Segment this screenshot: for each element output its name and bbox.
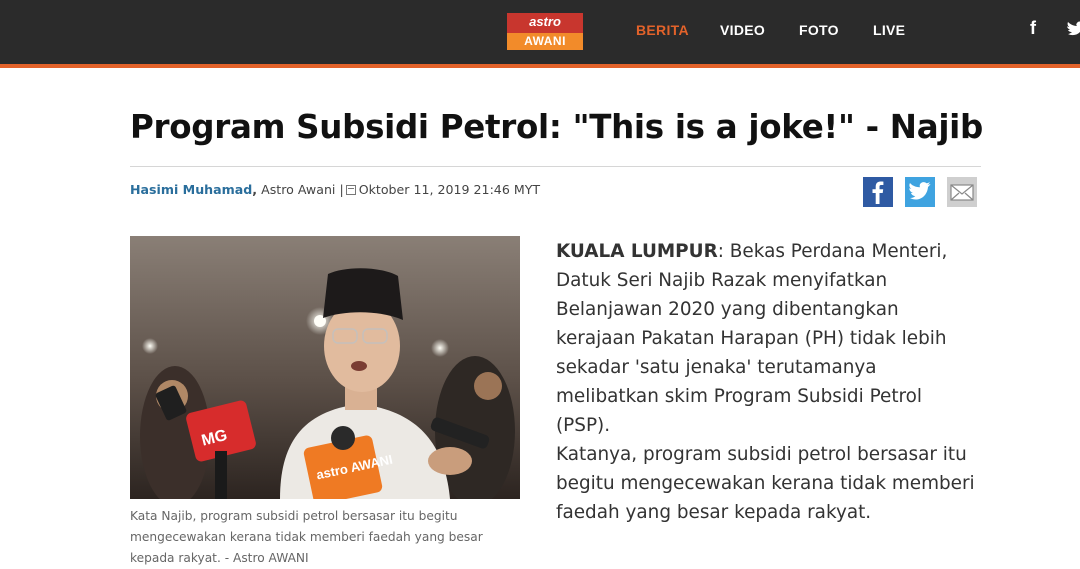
source-label: Astro Awani bbox=[261, 182, 336, 197]
astro-awani-logo[interactable]: astro AWANI bbox=[507, 13, 583, 50]
logo-text-bottom: AWANI bbox=[507, 33, 583, 50]
photo-caption: Kata Najib, program subsidi petrol bersa… bbox=[130, 509, 483, 565]
twitter-icon bbox=[909, 182, 931, 200]
share-facebook-button[interactable] bbox=[863, 177, 893, 207]
calendar-icon bbox=[345, 185, 356, 195]
nav-live[interactable]: LIVE bbox=[873, 22, 905, 38]
top-nav-bar: astro AWANI BERITA VIDEO FOTO LIVE f bbox=[0, 0, 1080, 68]
publish-date: Oktober 11, 2019 21:46 MYT bbox=[358, 182, 541, 197]
facebook-icon[interactable]: f bbox=[1030, 18, 1036, 39]
nav-foto[interactable]: FOTO bbox=[799, 22, 839, 38]
paragraph-1-text: : Bekas Perdana Menteri, Datuk Seri Naji… bbox=[556, 241, 948, 436]
byline: Hasimi Muhamad, Astro Awani | Oktober 11,… bbox=[130, 182, 541, 197]
share-twitter-button[interactable] bbox=[905, 177, 935, 207]
title-divider bbox=[130, 166, 981, 167]
nav-video[interactable]: VIDEO bbox=[720, 22, 765, 38]
facebook-icon bbox=[872, 181, 884, 204]
nav-berita[interactable]: BERITA bbox=[636, 22, 689, 38]
share-email-button[interactable] bbox=[947, 177, 977, 207]
dateline: KUALA LUMPUR bbox=[556, 241, 718, 262]
article-title: Program Subsidi Petrol: "This is a joke!… bbox=[130, 108, 983, 146]
logo-text-top: astro bbox=[507, 13, 583, 33]
byline-separator: | bbox=[339, 182, 344, 197]
article-paragraph-1: KUALA LUMPUR: Bekas Perdana Menteri, Dat… bbox=[556, 237, 976, 440]
twitter-icon[interactable] bbox=[1066, 18, 1080, 40]
article-paragraph-2: Katanya, program subsidi petrol bersasar… bbox=[556, 444, 975, 523]
article-photo[interactable]: MG astro AWANI bbox=[130, 236, 520, 499]
envelope-icon bbox=[950, 184, 974, 201]
author-link[interactable]: Hasimi Muhamad bbox=[130, 182, 252, 197]
